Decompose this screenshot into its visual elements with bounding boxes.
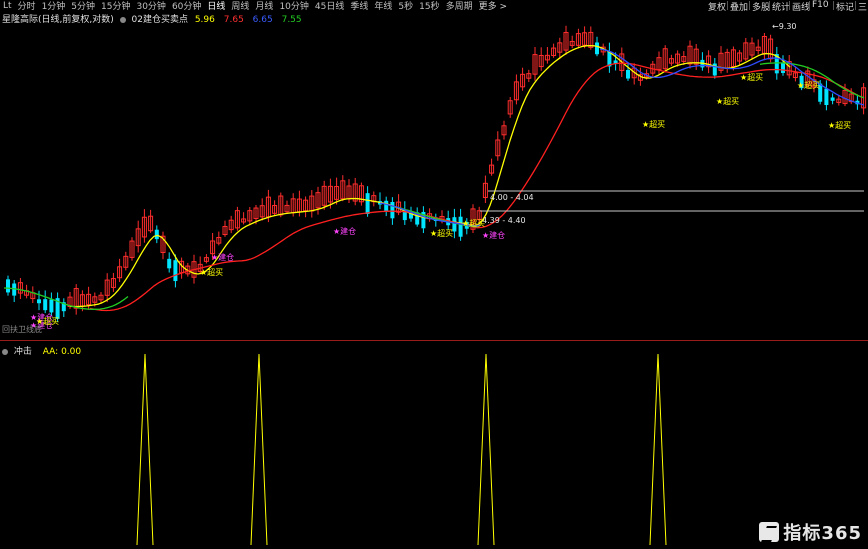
tool-button-2[interactable]: 多股 (752, 0, 770, 13)
candle-body-down (154, 229, 159, 240)
period-tab-10[interactable]: 10分钟 (276, 0, 311, 12)
impulse-sub-chart[interactable] (0, 352, 868, 547)
range-label-b: 4.39 - 4.40 (482, 216, 526, 225)
period-tab-11[interactable]: 45日线 (312, 0, 347, 12)
candle-body-down (824, 88, 829, 106)
brand-text: 指标365 (783, 523, 862, 544)
signal-label-2: ★建仓 (211, 252, 234, 262)
tool-button-0[interactable]: 复权 (708, 0, 726, 13)
period-tab-1[interactable]: 分时 (15, 0, 39, 12)
signal-label-4: ★建仓 (482, 230, 505, 240)
period-tab-5[interactable]: 30分钟 (133, 0, 168, 12)
impulse-spike-1 (250, 353, 268, 546)
period-tab-12[interactable]: 季线 (347, 0, 371, 12)
tool-button-1[interactable]: 叠加 (730, 0, 748, 13)
period-tab-14[interactable]: 5秒 (395, 0, 416, 12)
candle-body-down (167, 258, 172, 269)
candle-body-down (173, 260, 178, 282)
candle-body-down (390, 201, 395, 219)
signal-label-9: ★超买 (716, 96, 739, 106)
period-tab-17[interactable]: 更多 > (476, 0, 510, 12)
candle-body-down (384, 200, 389, 211)
tool-button-5[interactable]: F10 (812, 0, 829, 10)
signal-label-13: ★超买 (740, 72, 763, 82)
signal-label-7: ★超买 (430, 228, 453, 238)
period-tab-7[interactable]: 日线 (204, 0, 228, 12)
panel-divider[interactable] (0, 340, 868, 341)
tool-separator (749, 1, 750, 10)
candle-body-down (781, 63, 785, 73)
tool-separator (769, 1, 770, 10)
signal-label-10: ★超买 (797, 80, 820, 90)
impulse-spike-3 (649, 353, 667, 546)
period-tab-13[interactable]: 年线 (371, 0, 395, 12)
candle-body-down (365, 193, 370, 214)
candle-body-down (43, 299, 48, 311)
candle-body-down (6, 279, 10, 293)
tool-button-7[interactable]: 三 (858, 0, 867, 13)
high-price-label: ←9.30 (772, 22, 797, 31)
tool-button-3[interactable]: 统计 (772, 0, 790, 13)
tool-separator (855, 1, 856, 10)
tool-button-6[interactable]: 标记 (836, 0, 854, 13)
bottom-left-label: 回扶卫线底 (2, 324, 42, 334)
tool-separator (833, 1, 834, 10)
period-tab-2[interactable]: 1分钟 (39, 0, 69, 12)
candle-body-down (626, 69, 630, 79)
candle-body-down (37, 299, 41, 304)
signal-label-11: ★超买 (828, 120, 851, 130)
period-tab-4[interactable]: 15分钟 (98, 0, 133, 12)
period-tab-16[interactable]: 多周期 (443, 0, 476, 12)
signal-label-12: ★超买 (462, 218, 485, 228)
candlestick-chart[interactable]: 4.00 - 4.044.39 - 4.40←9.30★建仓★建仓★建仓★建仓 ★… (0, 20, 868, 350)
brand-mark-icon (759, 522, 780, 542)
tool-separator (809, 1, 810, 10)
candle-body-down (595, 42, 599, 55)
impulse-spike-0 (136, 353, 154, 546)
period-tab-0[interactable]: Lt (0, 1, 15, 11)
tool-separator (789, 1, 790, 10)
period-tab-15[interactable]: 15秒 (416, 0, 442, 12)
period-tab-6[interactable]: 60分钟 (169, 0, 204, 12)
ma-yellow-line (69, 44, 791, 308)
impulse-spike-2 (477, 353, 495, 546)
tool-button-4[interactable]: 画线 (792, 0, 810, 13)
tool-separator (727, 1, 728, 10)
signal-label-8: ★超买 (642, 119, 665, 129)
signal-label-3: ★建仓 (333, 226, 356, 236)
signal-label-5: ★超买 (200, 267, 223, 277)
period-tab-3[interactable]: 5分钟 (68, 0, 98, 12)
candle-body-down (49, 299, 54, 313)
candle-body-down (830, 97, 835, 101)
period-tab-8[interactable]: 周线 (228, 0, 252, 12)
range-label-a: 4.00 - 4.04 (490, 193, 534, 202)
brand-logo: 指标365 (759, 519, 862, 545)
period-tab-9[interactable]: 月线 (252, 0, 276, 12)
